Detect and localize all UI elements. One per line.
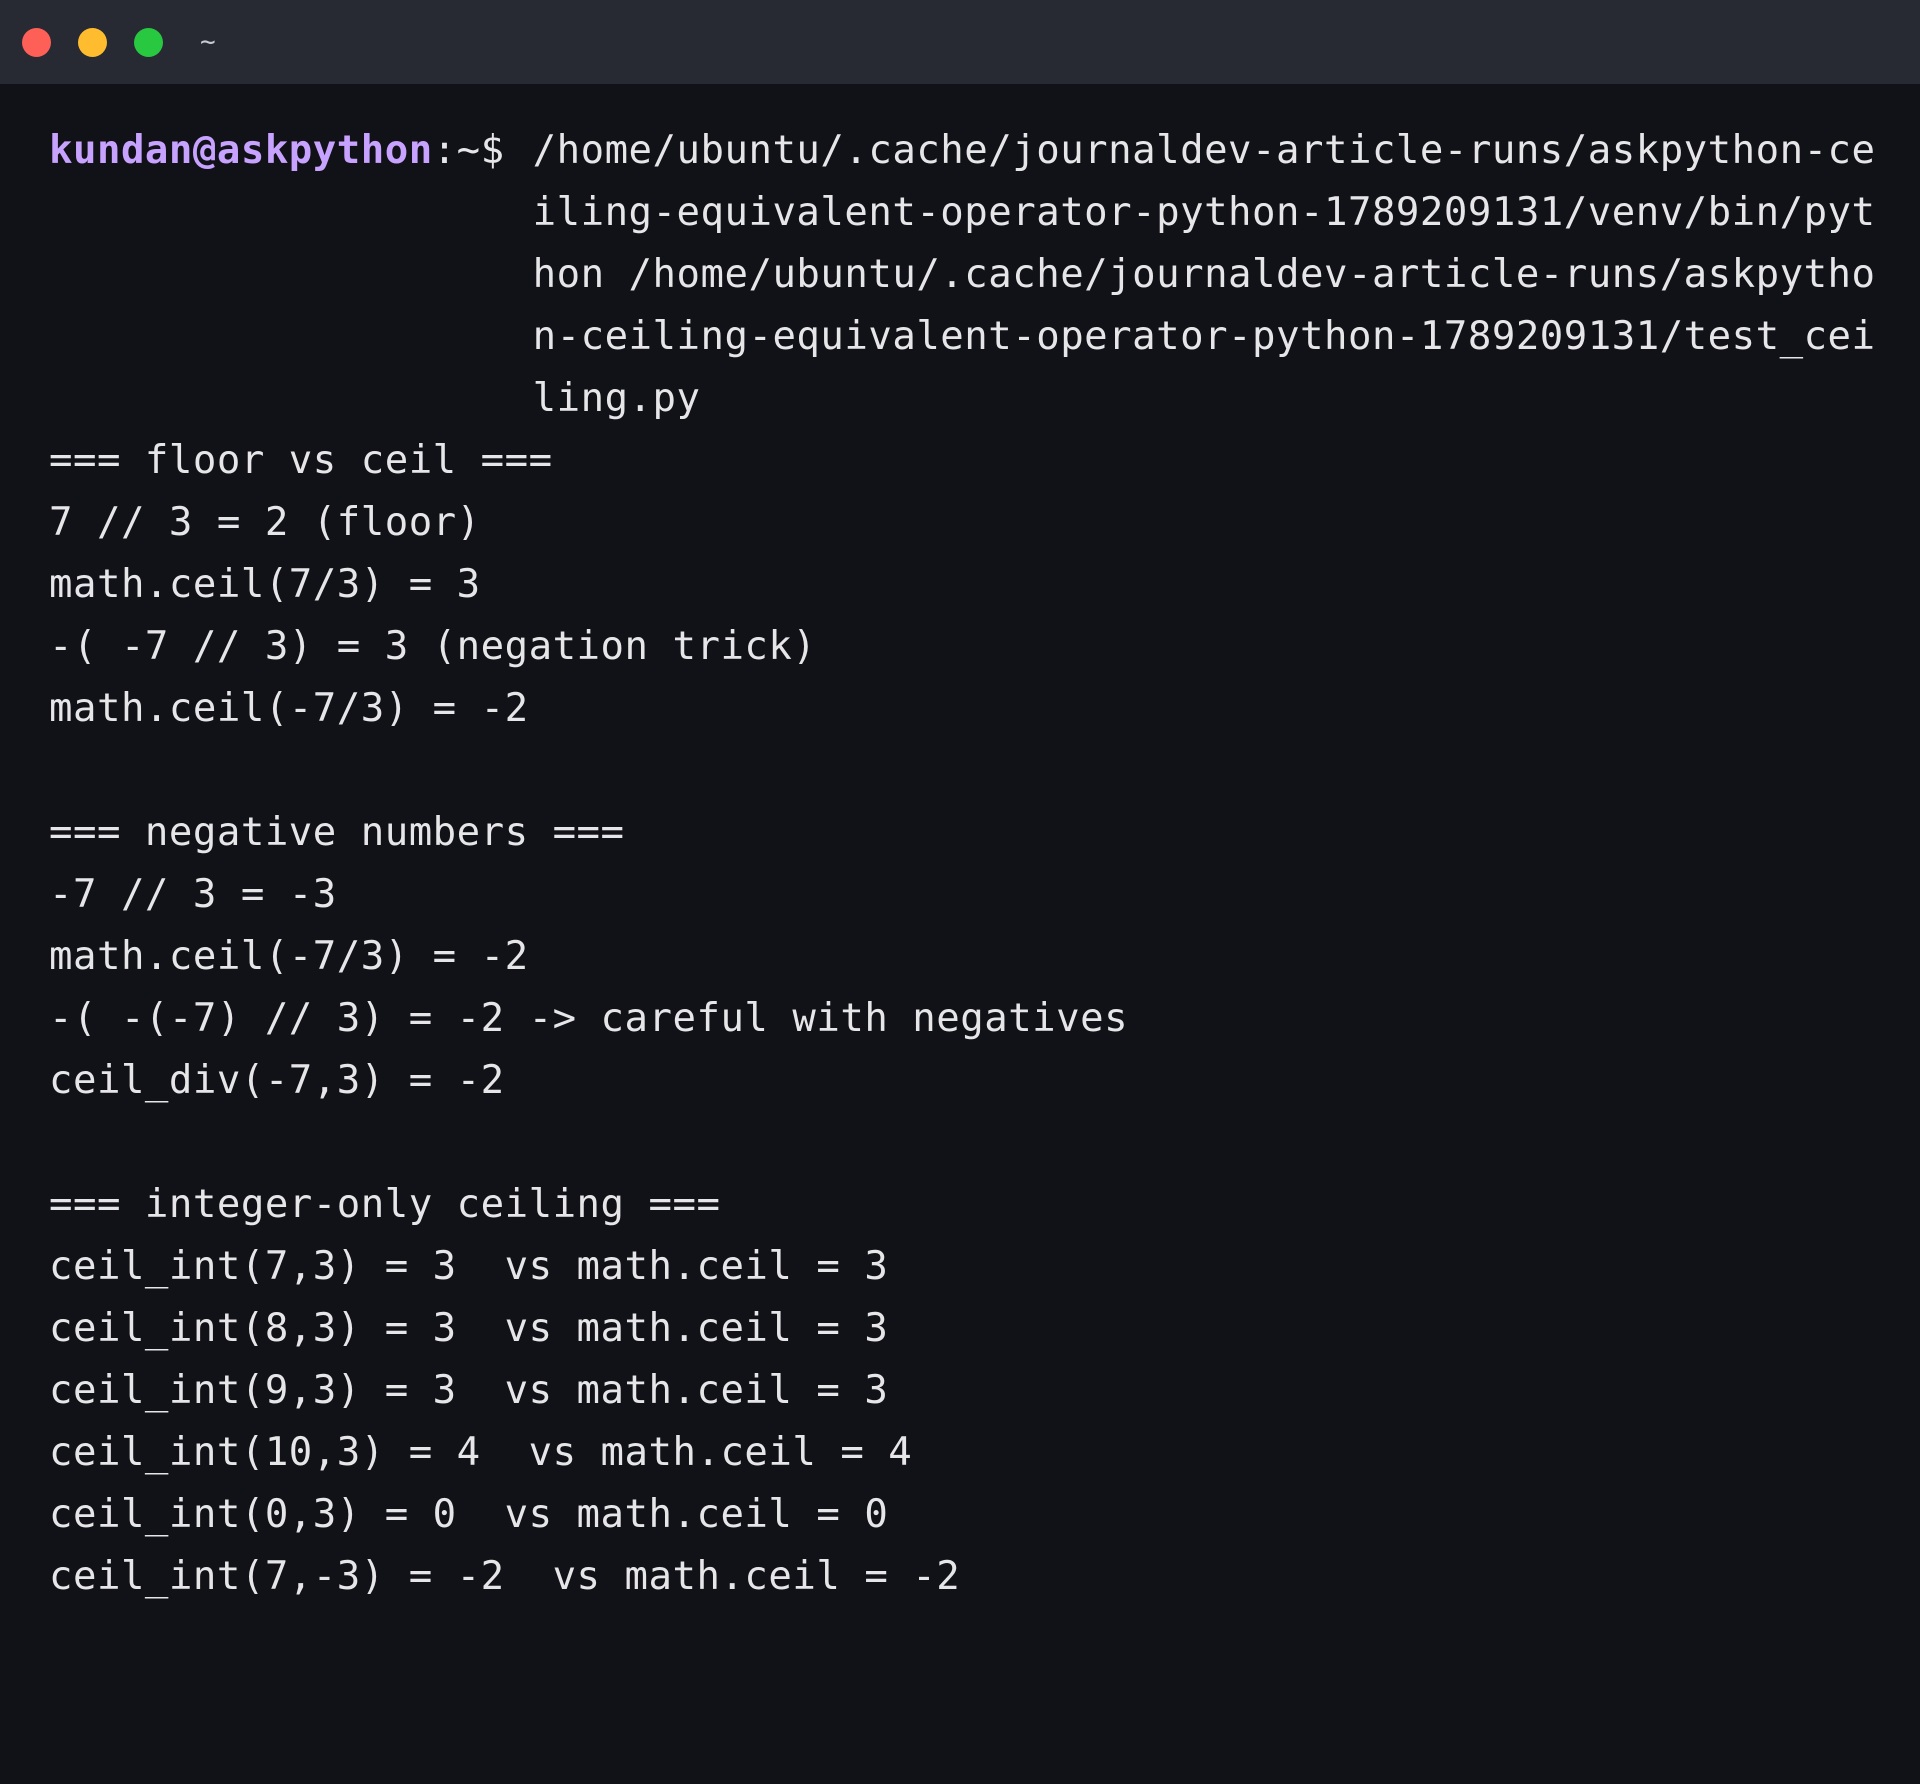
- prompt-user-host: kundan@askpython: [49, 128, 433, 173]
- command-line: kundan@askpython:~$ /home/ubuntu/.cache/…: [49, 120, 1879, 430]
- prompt-path-symbol: :~$: [432, 128, 505, 173]
- close-button[interactable]: [22, 27, 51, 57]
- output-line: ceil_int(10,3) = 4 vs math.ceil = 4: [49, 1430, 913, 1475]
- output-line: ceil_int(8,3) = 3 vs math.ceil = 3: [49, 1306, 889, 1351]
- title-bar: ~: [0, 0, 1920, 84]
- output-line: math.ceil(7/3) = 3: [49, 562, 481, 607]
- zoom-button[interactable]: [134, 27, 163, 57]
- prompt: kundan@askpython:~$: [49, 120, 505, 182]
- output-line: ceil_int(7,-3) = -2 vs math.ceil = -2: [49, 1554, 961, 1599]
- output-line: ceil_div(-7,3) = -2: [49, 1058, 505, 1103]
- output-line: === negative numbers ===: [49, 810, 625, 855]
- output-line: -( -(-7) // 3) = -2 -> careful with nega…: [49, 996, 1129, 1041]
- terminal-window: ~ kundan@askpython:~$ /home/ubuntu/.cach…: [0, 0, 1920, 1784]
- output-line: math.ceil(-7/3) = -2: [49, 934, 529, 979]
- output-line: === floor vs ceil ===: [49, 438, 553, 483]
- output-line: 7 // 3 = 2 (floor): [49, 500, 481, 545]
- output-line: math.ceil(-7/3) = -2: [49, 686, 529, 731]
- output-line: -7 // 3 = -3: [49, 872, 337, 917]
- output-line: === integer-only ceiling ===: [49, 1182, 721, 1227]
- command-text: /home/ubuntu/.cache/journaldev-article-r…: [532, 128, 1876, 421]
- output-line: -( -7 // 3) = 3 (negation trick): [49, 624, 817, 669]
- terminal-output[interactable]: kundan@askpython:~$ /home/ubuntu/.cache/…: [49, 120, 1879, 1608]
- output-line: ceil_int(9,3) = 3 vs math.ceil = 3: [49, 1368, 889, 1413]
- minimize-button[interactable]: [78, 27, 107, 57]
- window-title: ~: [200, 27, 216, 57]
- output-line: ceil_int(7,3) = 3 vs math.ceil = 3: [49, 1244, 889, 1289]
- output-line: ceil_int(0,3) = 0 vs math.ceil = 0: [49, 1492, 889, 1537]
